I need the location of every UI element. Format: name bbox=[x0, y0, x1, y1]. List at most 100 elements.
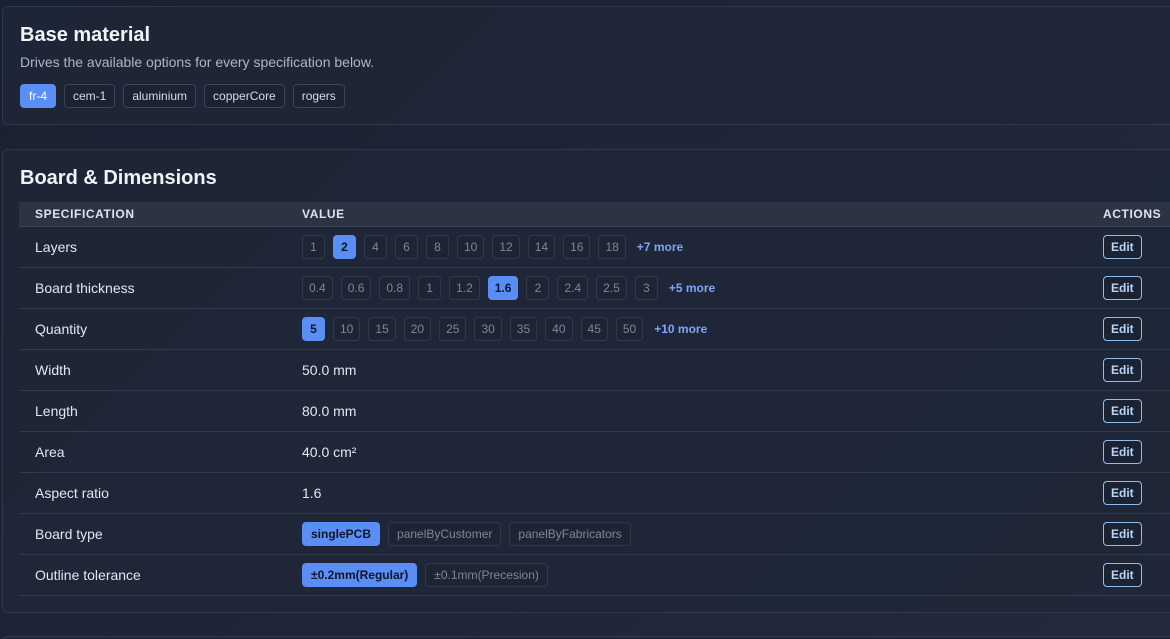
option-chip-2[interactable]: 2 bbox=[333, 235, 356, 259]
material-chip-rogers[interactable]: rogers bbox=[292, 84, 345, 108]
option-chip-14[interactable]: 14 bbox=[527, 235, 556, 259]
option-chip-panelbycustomer[interactable]: panelByCustomer bbox=[388, 522, 502, 546]
edit-button[interactable]: Edit bbox=[1103, 276, 1142, 300]
option-chip-10[interactable]: 10 bbox=[333, 317, 361, 341]
edit-button[interactable]: Edit bbox=[1103, 563, 1142, 587]
spec-value-cell: 50.0 mm bbox=[286, 349, 1087, 391]
spec-value: 1.6 bbox=[302, 485, 322, 501]
spec-actions-cell: Edit bbox=[1087, 308, 1170, 350]
spec-actions-cell: Edit bbox=[1087, 390, 1170, 432]
option-chip-12[interactable]: 12 bbox=[492, 235, 520, 259]
option-chip-2[interactable]: 2 bbox=[526, 276, 550, 300]
spec-label: Quantity bbox=[19, 308, 286, 350]
option-chip-25[interactable]: 25 bbox=[439, 317, 467, 341]
edit-button[interactable]: Edit bbox=[1103, 317, 1142, 341]
more-options-link[interactable]: +5 more bbox=[669, 281, 715, 295]
spec-label: Width bbox=[19, 349, 286, 391]
option-chip-group: singlePCB panelByCustomer panelByFabricato… bbox=[302, 522, 1087, 546]
option-chip-50[interactable]: 50 bbox=[615, 317, 644, 341]
column-header-actions: ACTIONS bbox=[1087, 202, 1170, 227]
option-chip-1-6[interactable]: 1.6 bbox=[487, 276, 519, 300]
spec-row-width: Width 50.0 mm Edit bbox=[19, 349, 1170, 391]
option-chip-0-4[interactable]: 0.4 bbox=[302, 276, 333, 300]
spec-actions-cell: Edit bbox=[1087, 513, 1170, 555]
spec-row-length: Length 80.0 mm Edit bbox=[19, 390, 1170, 432]
option-chip-3[interactable]: 3 bbox=[634, 276, 658, 300]
option-chip-5[interactable]: 5 bbox=[302, 317, 325, 341]
spec-row-board-thickness: Board thickness 0.4 0.6 0.8 1 1.2 1.6 2 2.4 2.5 3 +… bbox=[19, 267, 1170, 309]
spec-value-cell: ±0.2mm(Regular) ±0.1mm(Precesion) bbox=[286, 554, 1087, 596]
option-chip-15[interactable]: 15 bbox=[368, 317, 396, 341]
spec-label: Area bbox=[19, 431, 286, 473]
spec-row-area: Area 40.0 cm² Edit bbox=[19, 431, 1170, 473]
spec-actions-cell: Edit bbox=[1087, 267, 1170, 309]
option-chip-0-1mm-precesion[interactable]: ±0.1mm(Precesion) bbox=[425, 563, 548, 587]
option-chip-group: ±0.2mm(Regular) ±0.1mm(Precesion) bbox=[302, 563, 1087, 587]
spec-value-cell: 1 2 4 6 8 10 12 14 16 18 +7 more bbox=[286, 226, 1087, 268]
edit-button[interactable]: Edit bbox=[1103, 481, 1142, 505]
option-chip-20[interactable]: 20 bbox=[403, 317, 432, 341]
option-chip-group: 5 10 15 20 25 30 35 40 45 50 +10 more bbox=[302, 317, 1087, 341]
spec-value-cell: singlePCB panelByCustomer panelByFabricato… bbox=[286, 513, 1087, 555]
option-chip-group: 1 2 4 6 8 10 12 14 16 18 +7 more bbox=[302, 235, 1087, 259]
material-chip-group: fr-4 cem-1 aluminium copperCore rogers bbox=[20, 84, 345, 108]
spec-label: Board thickness bbox=[19, 267, 286, 309]
option-chip-10[interactable]: 10 bbox=[457, 235, 485, 259]
spec-label: Aspect ratio bbox=[19, 472, 286, 514]
edit-button[interactable]: Edit bbox=[1103, 522, 1142, 546]
option-chip-1[interactable]: 1 bbox=[418, 276, 442, 300]
base-material-card: Base material Drives the available optio… bbox=[2, 6, 1170, 125]
edit-button[interactable]: Edit bbox=[1103, 358, 1142, 382]
spec-label: Outline tolerance bbox=[19, 554, 286, 596]
option-chip-1-2[interactable]: 1.2 bbox=[449, 276, 480, 300]
option-chip-0-2mm-regular[interactable]: ±0.2mm(Regular) bbox=[302, 563, 418, 587]
material-chip-coppercore[interactable]: copperCore bbox=[204, 84, 285, 108]
option-chip-18[interactable]: 18 bbox=[598, 235, 626, 259]
spec-actions-cell: Edit bbox=[1087, 554, 1170, 596]
option-chip-16[interactable]: 16 bbox=[563, 235, 591, 259]
more-options-link[interactable]: +7 more bbox=[637, 240, 683, 254]
option-chip-6[interactable]: 6 bbox=[395, 235, 418, 259]
table-header-row: SPECIFICATION VALUE ACTIONS bbox=[19, 202, 1170, 227]
option-chip-35[interactable]: 35 bbox=[509, 317, 538, 341]
spec-label: Board type bbox=[19, 513, 286, 555]
spec-actions-cell: Edit bbox=[1087, 472, 1170, 514]
option-chip-2-4[interactable]: 2.4 bbox=[557, 276, 589, 300]
edit-button[interactable]: Edit bbox=[1103, 440, 1142, 464]
more-options-link[interactable]: +10 more bbox=[654, 322, 707, 336]
spec-value: 80.0 mm bbox=[302, 403, 357, 419]
spec-actions-cell: Edit bbox=[1087, 226, 1170, 268]
column-header-value: VALUE bbox=[286, 202, 1087, 227]
option-chip-0-8[interactable]: 0.8 bbox=[379, 276, 411, 300]
material-chip-aluminium[interactable]: aluminium bbox=[123, 84, 197, 108]
option-chip-singlepcb[interactable]: singlePCB bbox=[302, 522, 381, 546]
option-chip-group: 0.4 0.6 0.8 1 1.2 1.6 2 2.4 2.5 3 +5 more bbox=[302, 276, 1087, 300]
edit-button[interactable]: Edit bbox=[1103, 399, 1142, 423]
spec-table-body: Layers 1 2 4 6 8 10 12 14 16 18 +7 more Edit Board th… bbox=[19, 226, 1170, 596]
spec-row-outline-tolerance: Outline tolerance ±0.2mm(Regular) ±0.1mm(P… bbox=[19, 554, 1170, 596]
option-chip-panelbyfabricators[interactable]: panelByFabricators bbox=[509, 522, 631, 546]
spec-row-layers: Layers 1 2 4 6 8 10 12 14 16 18 +7 more Edit bbox=[19, 226, 1170, 268]
spec-label: Layers bbox=[19, 226, 286, 268]
spec-value: 40.0 cm² bbox=[302, 444, 357, 460]
option-chip-4[interactable]: 4 bbox=[364, 235, 387, 259]
material-chip-fr-4[interactable]: fr-4 bbox=[20, 84, 56, 108]
edit-button[interactable]: Edit bbox=[1103, 235, 1142, 259]
option-chip-8[interactable]: 8 bbox=[426, 235, 449, 259]
option-chip-2-5[interactable]: 2.5 bbox=[596, 276, 627, 300]
spec-actions-cell: Edit bbox=[1087, 349, 1170, 391]
material-chip-cem-1[interactable]: cem-1 bbox=[64, 84, 116, 108]
option-chip-30[interactable]: 30 bbox=[474, 317, 502, 341]
column-header-specification: SPECIFICATION bbox=[19, 202, 286, 227]
spec-value-cell: 40.0 cm² bbox=[286, 431, 1087, 473]
spec-row-quantity: Quantity 5 10 15 20 25 30 35 40 45 50 +10 more Edit bbox=[19, 308, 1170, 350]
option-chip-1[interactable]: 1 bbox=[302, 235, 325, 259]
option-chip-45[interactable]: 45 bbox=[580, 317, 608, 341]
spec-row-aspect-ratio: Aspect ratio 1.6 Edit bbox=[19, 472, 1170, 514]
board-dimensions-title: Board & Dimensions bbox=[20, 167, 217, 189]
board-dimensions-card: Board & Dimensions SPECIFICATION VALUE A… bbox=[2, 149, 1170, 613]
spec-value-cell: 80.0 mm bbox=[286, 390, 1087, 432]
option-chip-40[interactable]: 40 bbox=[545, 317, 573, 341]
option-chip-0-6[interactable]: 0.6 bbox=[340, 276, 372, 300]
spec-value-cell: 0.4 0.6 0.8 1 1.2 1.6 2 2.4 2.5 3 +5 more bbox=[286, 267, 1087, 309]
